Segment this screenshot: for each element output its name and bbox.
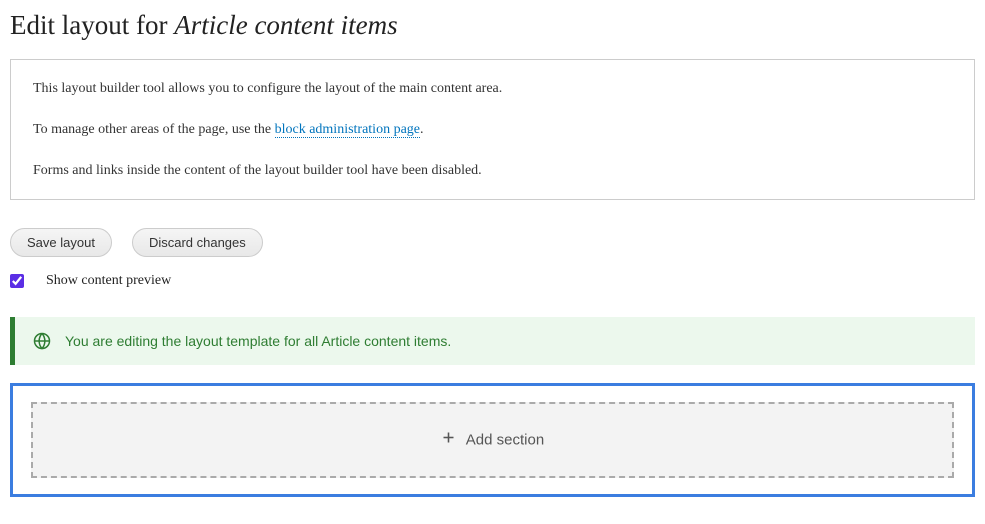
info-line-3: Forms and links inside the content of th… <box>33 160 952 181</box>
discard-changes-button[interactable]: Discard changes <box>132 228 263 257</box>
preview-checkbox-row: Show content preview <box>10 273 975 289</box>
globe-icon <box>33 332 51 350</box>
show-preview-label: Show content preview <box>46 273 171 289</box>
block-admin-link[interactable]: block administration page <box>275 122 420 138</box>
add-section-label: Add section <box>466 432 544 449</box>
plus-icon <box>441 430 456 450</box>
info-line-1: This layout builder tool allows you to c… <box>33 78 952 99</box>
info-line-2-suffix: . <box>420 122 424 137</box>
save-layout-button[interactable]: Save layout <box>10 228 112 257</box>
layout-canvas: Add section <box>10 383 975 497</box>
page-title-italic: Article content items <box>174 10 397 40</box>
add-section-button[interactable]: Add section <box>31 402 954 478</box>
page-title-prefix: Edit layout for <box>10 10 174 40</box>
button-row: Save layout Discard changes <box>10 228 975 257</box>
info-line-2-prefix: To manage other areas of the page, use t… <box>33 122 275 137</box>
info-line-2: To manage other areas of the page, use t… <box>33 119 952 140</box>
status-message-box: You are editing the layout template for … <box>10 317 975 365</box>
show-preview-checkbox[interactable] <box>10 274 24 288</box>
status-message-text: You are editing the layout template for … <box>65 333 451 349</box>
info-box: This layout builder tool allows you to c… <box>10 59 975 200</box>
page-title: Edit layout for Article content items <box>10 10 975 41</box>
